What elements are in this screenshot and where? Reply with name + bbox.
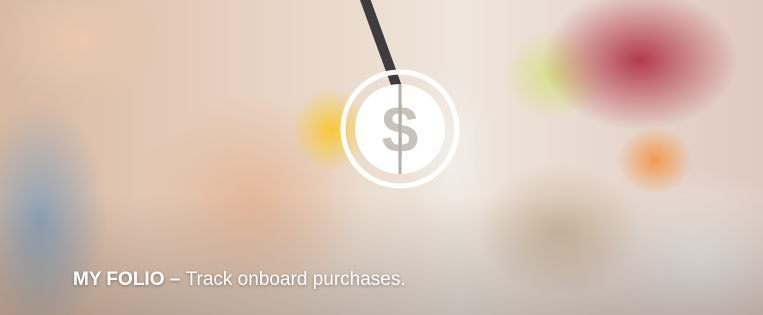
banner-description: Track onboard purchases. [185,269,406,290]
bottom-shade [0,195,763,315]
dollar-coin-icon: $ [339,68,461,190]
my-folio-banner[interactable]: $ MY FOLIO – Track onboard purchases. [0,0,763,315]
title-separator: – [164,269,186,290]
banner-title: MY FOLIO [73,269,165,290]
banner-caption: MY FOLIO – Track onboard purchases. [73,268,406,292]
